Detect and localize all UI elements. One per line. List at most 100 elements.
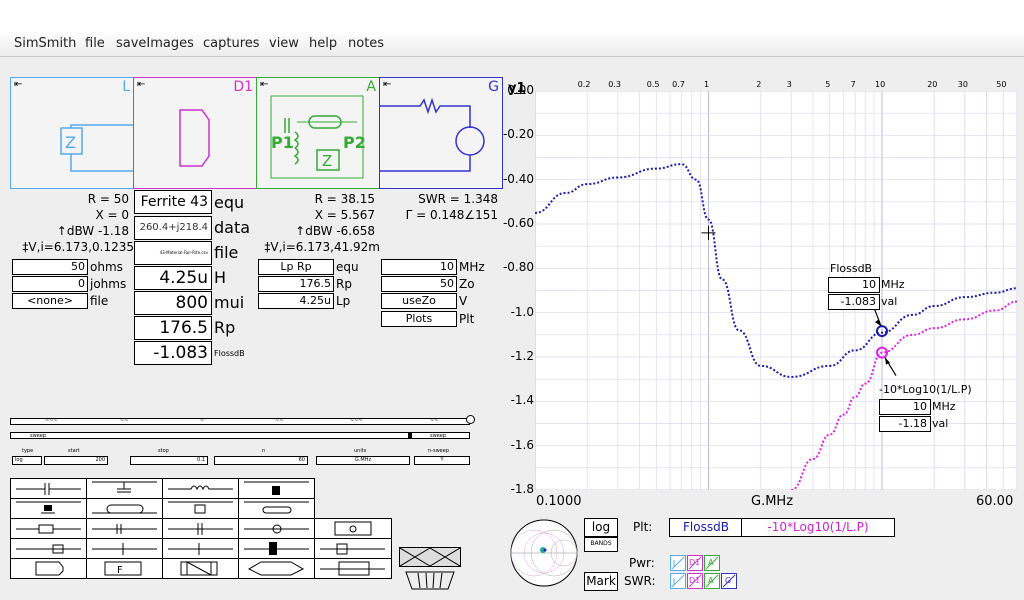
palette-lc-shunt[interactable] bbox=[10, 498, 87, 519]
palette-series-cap[interactable] bbox=[10, 478, 87, 499]
palette-series-ind[interactable] bbox=[162, 478, 239, 499]
ferrite-type-field[interactable]: Ferrite 43 bbox=[134, 190, 212, 214]
palette-tee[interactable] bbox=[162, 538, 239, 559]
trash-icon[interactable] bbox=[404, 569, 456, 591]
sweep-n-field[interactable]: 60 bbox=[214, 456, 308, 465]
generator-block[interactable]: ⇤ G bbox=[379, 77, 503, 189]
slider-thumb[interactable] bbox=[408, 432, 412, 439]
port1-label: P1 bbox=[271, 133, 294, 152]
palette-coax[interactable] bbox=[238, 518, 315, 539]
gnd-pattern[interactable] bbox=[399, 547, 461, 567]
ferrite-block[interactable]: ⇤ D1 bbox=[133, 77, 257, 189]
pwr-toggle-a[interactable]: A bbox=[704, 555, 720, 571]
menu-saveimages[interactable]: saveImages bbox=[116, 36, 194, 51]
palette-parallel-c[interactable] bbox=[86, 518, 163, 539]
palette-network[interactable] bbox=[314, 518, 392, 539]
marker2-val-unit: val bbox=[932, 417, 949, 430]
plot1-select[interactable]: FlossdB bbox=[669, 518, 743, 537]
palette-shunt-cap[interactable] bbox=[86, 478, 163, 499]
plot-area[interactable] bbox=[535, 91, 1017, 490]
sweep-stop-field[interactable]: 0.1 bbox=[130, 456, 208, 465]
swr-toggle-l[interactable] bbox=[670, 573, 686, 589]
load-file-field[interactable]: <none> bbox=[12, 293, 88, 309]
svg-text:F: F bbox=[117, 565, 123, 576]
equ-vi: ‡V,i=6.173,41.92m bbox=[264, 240, 380, 254]
tick-label: ~~ bbox=[275, 418, 284, 424]
sweep-units-field[interactable]: G.MHz bbox=[316, 456, 410, 465]
palette-equation[interactable] bbox=[162, 558, 239, 579]
swr-label: SWR: bbox=[624, 574, 656, 588]
palette-lumped[interactable] bbox=[238, 558, 315, 579]
marker1-freq[interactable]: 10 bbox=[828, 277, 880, 293]
plot2-select[interactable]: -10*Log10(1/L.P) bbox=[741, 518, 895, 537]
equ-type-field[interactable]: Lp Rp bbox=[258, 259, 334, 275]
mark-button[interactable]: Mark bbox=[584, 572, 618, 591]
palette-shunt-res[interactable] bbox=[238, 478, 315, 499]
palette-series-lc[interactable] bbox=[10, 518, 87, 539]
ferrite-rp-field[interactable]: 176.5 bbox=[134, 316, 212, 340]
sweep-start-field[interactable]: 200 bbox=[44, 456, 108, 465]
palette-shunt-lc[interactable] bbox=[162, 498, 239, 519]
menu-simsmith[interactable]: SimSmith bbox=[14, 36, 76, 51]
gen-plots-field[interactable]: Plots bbox=[381, 311, 457, 327]
menu-view[interactable]: view bbox=[269, 36, 299, 51]
x-top-tick-label: 10 bbox=[874, 80, 886, 89]
log-button[interactable]: log bbox=[584, 518, 618, 537]
pwr-toggle-d1[interactable]: D1 bbox=[687, 555, 703, 571]
y-tick-label: -1.8 bbox=[510, 482, 534, 496]
sweep-type-field[interactable]: log bbox=[12, 456, 42, 465]
palette-transformer[interactable] bbox=[10, 538, 87, 559]
load-r-field[interactable]: 50 bbox=[12, 259, 88, 275]
swr-toggle-g[interactable]: G bbox=[721, 573, 737, 589]
pwr-toggle-l[interactable] bbox=[670, 555, 686, 571]
palette-ladder[interactable] bbox=[314, 538, 392, 559]
marker2-freq-unit: MHz bbox=[932, 400, 956, 413]
palette-tline[interactable] bbox=[86, 498, 163, 519]
palette-multi[interactable] bbox=[314, 558, 392, 579]
x-top-tick-label: 0.7 bbox=[672, 80, 685, 89]
load-block[interactable]: ⇤ L Z bbox=[10, 77, 134, 189]
ferrite-data-field[interactable]: 260.4+j218.4 bbox=[134, 216, 212, 240]
swr-toggle-d1[interactable]: D1 bbox=[687, 573, 703, 589]
menu-captures[interactable]: captures bbox=[203, 36, 260, 51]
tick-label: ~~~ bbox=[350, 418, 363, 424]
ferrite-core-icon bbox=[179, 109, 210, 167]
palette-load[interactable] bbox=[10, 558, 87, 579]
ferrite-h-field[interactable]: 4.25u bbox=[134, 266, 212, 290]
y-tick-label: -1.6 bbox=[510, 437, 534, 452]
menu-help[interactable]: help bbox=[309, 36, 337, 51]
swr-toggle-a[interactable]: A bbox=[704, 573, 720, 589]
tick-label: ~~ bbox=[430, 418, 439, 424]
load-dbw: ↑dBW -1.18 bbox=[56, 224, 129, 238]
pwr-label: Pwr: bbox=[629, 556, 655, 570]
menu-file[interactable]: file bbox=[85, 36, 105, 51]
ferrite-file-field[interactable]: 43-Material-Fair-Rite.csv bbox=[134, 241, 212, 265]
marker2-freq[interactable]: 10 bbox=[879, 399, 931, 415]
ferrite-mui-field[interactable]: 800 bbox=[134, 291, 212, 315]
ferrite-loss-field[interactable]: -1.083 bbox=[134, 341, 212, 365]
gen-swr: SWR = 1.348 bbox=[418, 192, 498, 206]
gen-v-field[interactable]: useZo bbox=[381, 293, 457, 309]
palette-stub[interactable] bbox=[238, 498, 315, 519]
equ-lp-field[interactable]: 4.25u bbox=[258, 293, 334, 309]
equ-rp-field[interactable]: 176.5 bbox=[258, 276, 334, 292]
gen-zo-field[interactable]: 50 bbox=[381, 276, 457, 292]
load-x-field[interactable]: 0 bbox=[12, 276, 88, 292]
sweep-slider-2[interactable] bbox=[10, 432, 470, 439]
sweep-nsweep-field[interactable]: Y bbox=[414, 456, 470, 465]
bands-button[interactable]: BANDS bbox=[584, 537, 618, 552]
smith-chart-thumbnail[interactable] bbox=[509, 518, 579, 588]
equivalent-block[interactable]: ⇤ A Z P1 P2 bbox=[256, 77, 380, 189]
menu-notes[interactable]: notes bbox=[348, 36, 384, 51]
ferrite-type-unit: equ bbox=[214, 193, 245, 212]
palette-balun[interactable] bbox=[238, 538, 315, 559]
gen-freq-field[interactable]: 10 bbox=[381, 259, 457, 275]
marker2-val[interactable]: -1.18 bbox=[879, 416, 931, 432]
palette-file-block[interactable]: F bbox=[86, 558, 163, 579]
palette-pi[interactable] bbox=[86, 538, 163, 559]
tick-label: ~~ bbox=[120, 418, 129, 424]
palette-notch[interactable] bbox=[162, 518, 239, 539]
marker1-val[interactable]: -1.083 bbox=[828, 294, 880, 310]
tick-label: ~ bbox=[200, 418, 205, 424]
ferrite-file-unit: file bbox=[214, 243, 239, 262]
